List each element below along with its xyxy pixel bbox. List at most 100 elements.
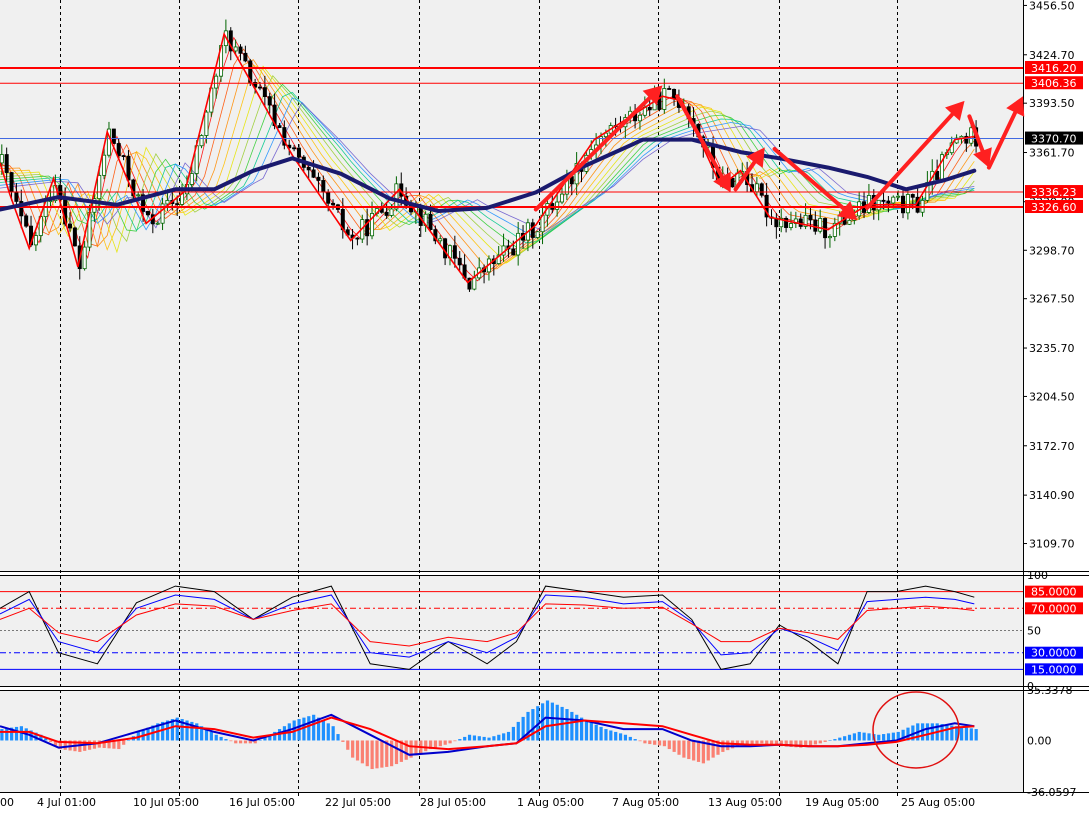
macd-bar	[307, 716, 311, 741]
macd-bar	[760, 740, 764, 744]
candle-body	[389, 208, 394, 216]
candle-body	[33, 235, 38, 246]
macd-bar	[219, 736, 223, 741]
candle-body	[233, 46, 238, 52]
time-label: 10 Jul 05:00	[133, 796, 199, 809]
macd-bar	[886, 733, 891, 741]
candle-body	[896, 195, 901, 198]
osc-tick-label: 100	[1027, 569, 1048, 582]
macd-bar	[492, 736, 496, 741]
candle-body	[4, 154, 9, 173]
candle-body	[886, 200, 891, 204]
candle-body	[126, 155, 131, 181]
macd-bar	[424, 740, 428, 752]
macd-bar	[511, 726, 515, 741]
macd-bar	[623, 734, 628, 741]
macd-bar	[346, 740, 350, 750]
time-label: 25 Aug 05:00	[901, 796, 975, 809]
macd-bar	[925, 723, 930, 741]
macd-bar	[570, 711, 574, 741]
macd-bar	[808, 740, 813, 746]
candle-body	[0, 154, 4, 164]
macd-bar	[448, 740, 452, 744]
candle-body	[82, 246, 87, 270]
level-badge-label: 3326.60	[1031, 201, 1077, 214]
macd-bar	[117, 740, 121, 750]
macd-bar	[331, 726, 335, 741]
macd-bar	[891, 732, 895, 741]
osc-level-label: 30.0000	[1031, 647, 1077, 660]
time-label: 4 Jul 01:00	[37, 796, 96, 809]
macd-bar	[828, 740, 832, 741]
macd-bar	[964, 727, 969, 741]
candle-body	[384, 211, 389, 216]
pane-backgrounds	[0, 0, 1089, 813]
macd-bar	[49, 740, 53, 742]
macd-bar	[969, 728, 973, 741]
macd-bar	[258, 740, 262, 741]
macd-bar	[921, 723, 925, 741]
candle-body	[262, 87, 267, 98]
candle-body	[759, 183, 764, 196]
macd-tick-label: -36.0597	[1027, 786, 1076, 799]
candle-body	[827, 236, 832, 239]
macd-bar	[711, 740, 715, 758]
candle-body	[145, 211, 150, 216]
candle-body	[394, 183, 399, 210]
macd-bar	[336, 734, 340, 741]
candle-body	[788, 223, 793, 228]
macd-bar	[463, 736, 467, 741]
chart-window: 3456.503424.703393.503361.703330.003298.…	[0, 0, 1089, 813]
time-label: 13 Aug 05:00	[708, 796, 782, 809]
macd-bar	[438, 740, 442, 747]
candle-body	[97, 174, 102, 200]
macd-bar	[370, 740, 374, 770]
macd-bar	[326, 723, 330, 741]
macd-bar	[394, 740, 399, 765]
macd-bar	[857, 731, 861, 741]
candle-body	[443, 238, 448, 259]
macd-bar	[209, 731, 213, 741]
candle-body	[102, 154, 107, 176]
candle-body	[813, 219, 818, 232]
candle-body	[808, 214, 813, 221]
candle-body	[316, 176, 321, 181]
macd-bar	[882, 734, 886, 741]
macd-tick-label: 35.3378	[1027, 684, 1073, 697]
candle	[939, 151, 944, 182]
price-tick-label: 3456.50	[1029, 0, 1075, 12]
candle-body	[530, 222, 535, 238]
macd-bar	[599, 726, 603, 741]
last-price-label: 3370.70	[1031, 133, 1077, 146]
osc-tick-label: 50	[1027, 625, 1041, 638]
macd-bar	[0, 729, 4, 741]
candle-body	[891, 196, 896, 204]
candle-body	[535, 231, 540, 238]
candle-body	[121, 155, 126, 157]
macd-bar	[945, 724, 949, 741]
macd-bar	[662, 740, 667, 747]
macd-bar	[467, 734, 472, 741]
candle-body	[311, 169, 316, 178]
macd-bar	[365, 740, 369, 767]
candle-body	[798, 218, 803, 227]
chart-canvas: 3456.503424.703393.503361.703330.003298.…	[0, 0, 1089, 813]
price-pane-bg	[0, 0, 1023, 571]
macd-bar	[487, 737, 491, 741]
macd-bar	[687, 740, 691, 760]
macd-bar	[122, 740, 126, 745]
macd-bar	[818, 740, 822, 744]
time-label: 16 Jul 05:00	[229, 796, 295, 809]
candle	[535, 230, 540, 240]
macd-bar	[589, 722, 593, 741]
macd-bar	[443, 740, 447, 745]
candle-body	[754, 183, 759, 193]
macd-bar	[862, 732, 866, 741]
macd-bar	[813, 740, 818, 745]
macd-bar	[682, 740, 686, 758]
candle-body	[257, 86, 262, 89]
candle-body	[9, 172, 14, 193]
time-label: 1 Aug 05:00	[517, 796, 584, 809]
candle-body	[321, 180, 326, 193]
candle	[111, 128, 116, 144]
